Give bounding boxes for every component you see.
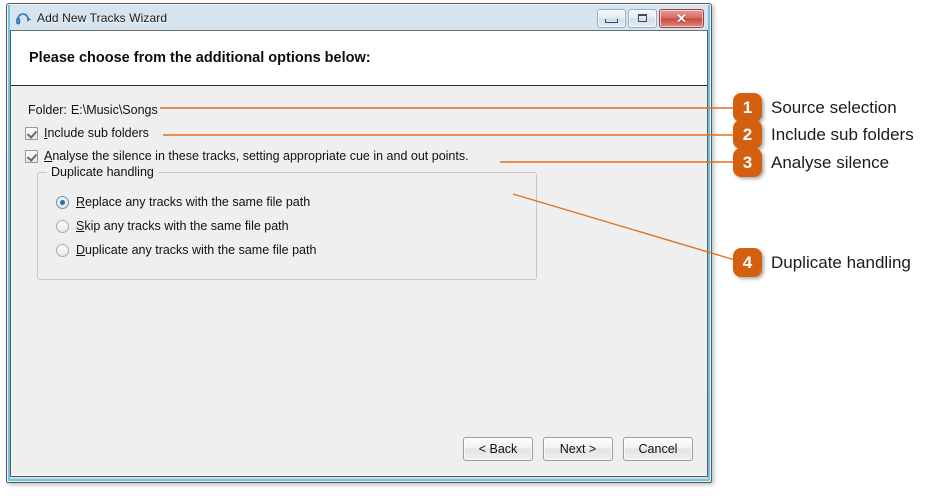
callout-3: 3 Analyse silence bbox=[733, 148, 889, 177]
label-rest: eplace any tracks with the same file pat… bbox=[85, 195, 311, 209]
radio-duplicate-label: Duplicate any tracks with the same file … bbox=[76, 243, 316, 257]
close-button[interactable]: ✕ bbox=[659, 8, 704, 28]
duplicate-handling-group: Duplicate handling Replace any tracks wi… bbox=[37, 165, 537, 280]
callout-badge-3: 3 bbox=[733, 148, 762, 177]
page-title: Please choose from the additional option… bbox=[29, 50, 371, 66]
include-sub-folders-checkbox[interactable] bbox=[25, 127, 38, 140]
headphones-icon bbox=[16, 13, 31, 25]
dialog-body: Folder: E:\Music\Songs Include sub folder… bbox=[11, 86, 707, 475]
radio-skip-row[interactable]: Skip any tracks with the same file path bbox=[56, 214, 536, 238]
radio-replace-row[interactable]: Replace any tracks with the same file pa… bbox=[56, 190, 536, 214]
cancel-button[interactable]: Cancel bbox=[623, 437, 693, 461]
radio-replace-label: Replace any tracks with the same file pa… bbox=[76, 195, 310, 209]
label-rest: uplicate any tracks with the same file p… bbox=[85, 243, 317, 257]
include-sub-folders-label: Include sub folders bbox=[44, 126, 149, 140]
label-rest: nalyse the silence in these tracks, sett… bbox=[52, 149, 469, 163]
include-sub-folders-row[interactable]: Include sub folders bbox=[25, 126, 693, 140]
window-title: Add New Tracks Wizard bbox=[37, 11, 168, 25]
radio-duplicate[interactable] bbox=[56, 243, 69, 257]
folder-label: Folder: bbox=[28, 103, 67, 117]
radio-skip-label: Skip any tracks with the same file path bbox=[76, 219, 289, 233]
radio-duplicate-row[interactable]: Duplicate any tracks with the same file … bbox=[56, 238, 536, 262]
accel-char: R bbox=[76, 195, 86, 209]
title-bar[interactable]: Add New Tracks Wizard ✕ bbox=[10, 6, 708, 30]
callout-label-3: Analyse silence bbox=[771, 152, 890, 172]
callout-2: 2 Include sub folders bbox=[733, 120, 914, 149]
analyse-silence-row[interactable]: Analyse the silence in these tracks, set… bbox=[25, 149, 693, 163]
close-icon: ✕ bbox=[676, 10, 687, 26]
folder-value: E:\Music\Songs bbox=[70, 103, 158, 117]
maximize-button[interactable] bbox=[628, 8, 657, 28]
callout-badge-2: 2 bbox=[733, 120, 762, 149]
back-button[interactable]: < Back bbox=[463, 437, 533, 461]
dialog-footer: < Back Next > Cancel bbox=[463, 437, 693, 461]
callout-label-1: Source selection bbox=[771, 97, 897, 117]
radio-skip[interactable] bbox=[56, 219, 69, 233]
callout-label-2: Include sub folders bbox=[771, 124, 914, 144]
label-rest: nclude sub folders bbox=[47, 126, 149, 140]
minimize-icon bbox=[605, 18, 618, 23]
callout-badge-1: 1 bbox=[733, 93, 762, 122]
next-button[interactable]: Next > bbox=[543, 437, 613, 461]
dialog-header: Please choose from the additional option… bbox=[11, 31, 707, 86]
maximize-icon bbox=[638, 14, 647, 22]
analyse-silence-checkbox[interactable] bbox=[25, 150, 38, 163]
add-new-tracks-wizard-window: Add New Tracks Wizard ✕ Please choose fr… bbox=[6, 3, 712, 483]
label-rest: kip any tracks with the same file path bbox=[84, 219, 289, 233]
accel-char: D bbox=[76, 243, 86, 257]
callout-4: 4 Duplicate handling bbox=[733, 248, 911, 277]
minimize-button[interactable] bbox=[597, 8, 626, 28]
dialog-client-area: Please choose from the additional option… bbox=[10, 30, 708, 477]
analyse-silence-label: Analyse the silence in these tracks, set… bbox=[44, 149, 469, 163]
window-controls: ✕ bbox=[597, 8, 706, 28]
callout-badge-4: 4 bbox=[733, 248, 762, 277]
callout-label-4: Duplicate handling bbox=[771, 252, 911, 272]
folder-row: Folder: E:\Music\Songs bbox=[28, 103, 693, 117]
radio-replace[interactable] bbox=[56, 195, 69, 209]
callout-1: 1 Source selection bbox=[733, 93, 897, 122]
duplicate-handling-legend: Duplicate handling bbox=[47, 165, 158, 179]
